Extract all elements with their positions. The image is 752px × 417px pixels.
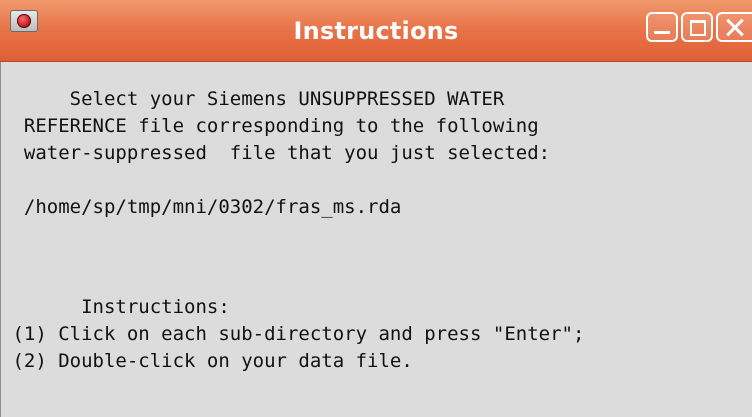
instructions-window: Instructions Select your Siemens UNSUPPR… [0,0,752,417]
instruction-step-2: (2) Double-click on your data file. [1,350,413,372]
message-line-3: water-suppressed file that you just sele… [1,142,551,164]
instructions-text: Instructions: (1) Click on each sub-dire… [1,294,752,375]
maximize-button[interactable] [681,12,713,42]
instruction-step-1: (1) Click on each sub-directory and pres… [1,323,585,345]
file-path: /home/sp/tmp/mni/0302/fras_ms.rda [1,196,402,218]
instructions-heading: Instructions: [1,296,230,318]
message-line-4 [1,167,752,194]
minimize-button[interactable] [646,12,678,42]
close-button[interactable] [716,12,752,42]
message-text: Select your Siemens UNSUPPRESSED WATER R… [1,86,752,221]
title-bar[interactable]: Instructions [0,0,752,62]
window-title: Instructions [293,17,459,45]
message-area: Select your Siemens UNSUPPRESSED WATER R… [0,62,752,417]
message-line-1: Select your Siemens UNSUPPRESSED WATER [1,88,505,110]
message-line-2: REFERENCE file corresponding to the foll… [1,115,539,137]
